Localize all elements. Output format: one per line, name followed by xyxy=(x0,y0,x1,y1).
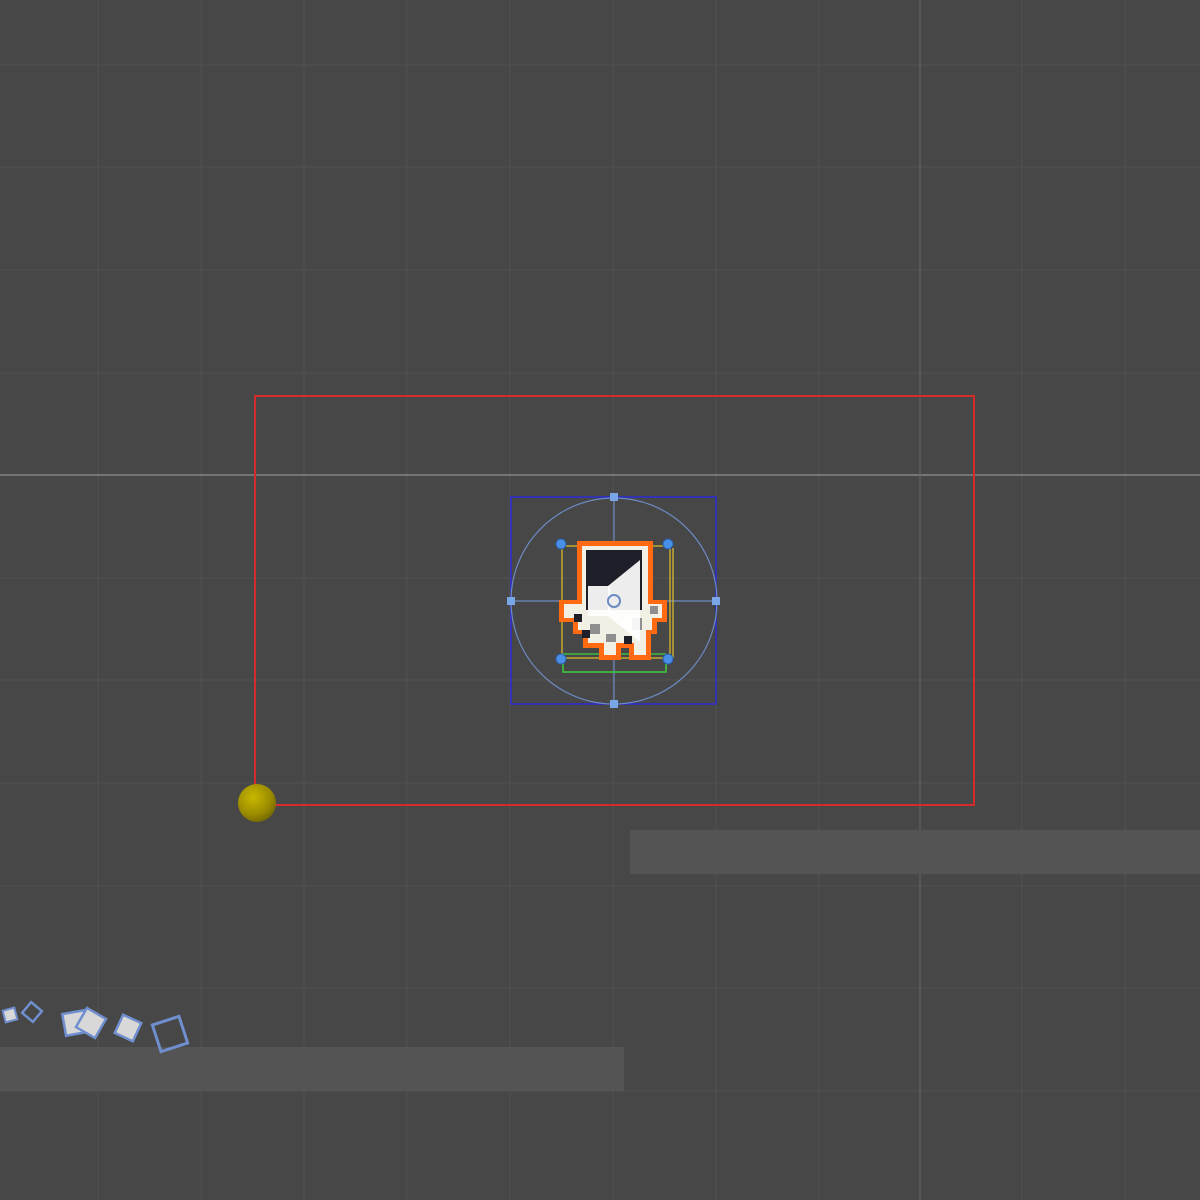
particle xyxy=(150,1014,190,1054)
corner-handle-top-right[interactable] xyxy=(662,538,674,550)
speaker-icon-body xyxy=(588,586,610,616)
corner-handle-bottom-left[interactable] xyxy=(555,653,567,665)
platform-right[interactable] xyxy=(630,830,1200,874)
rect-handle-bottom[interactable] xyxy=(610,700,618,708)
sprite-pixel xyxy=(650,606,658,614)
sprite-pixel xyxy=(624,636,632,644)
particle xyxy=(20,1000,44,1024)
pivot-marker[interactable] xyxy=(238,784,276,822)
platform-left[interactable] xyxy=(0,1047,624,1091)
corner-handle-bottom-right[interactable] xyxy=(662,653,674,665)
rect-handle-left[interactable] xyxy=(507,597,515,605)
rect-handle-right[interactable] xyxy=(712,597,720,605)
corner-handle-top-left[interactable] xyxy=(555,538,567,550)
particle-system[interactable] xyxy=(1,1000,190,1054)
particle xyxy=(113,1013,143,1043)
sprite-pixel xyxy=(582,630,590,638)
selected-object-gizmo[interactable] xyxy=(507,493,720,708)
particle xyxy=(1,1006,19,1024)
scene-view[interactable] xyxy=(0,0,1200,1200)
sprite-pixel xyxy=(590,624,600,634)
sprite-pixel xyxy=(606,634,616,642)
rect-handle-top[interactable] xyxy=(610,493,618,501)
sprite-pixel xyxy=(574,614,582,622)
scene-canvas[interactable] xyxy=(0,0,1200,1200)
